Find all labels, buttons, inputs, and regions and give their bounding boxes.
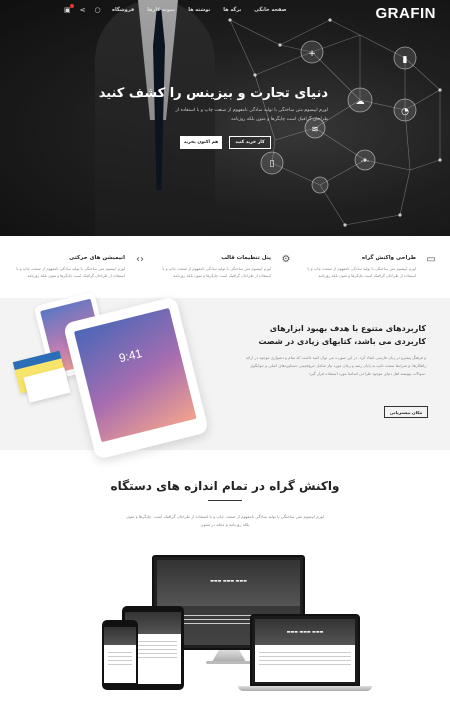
more-button[interactable]: مکان بیشتریابی (384, 406, 428, 418)
hero-text: لورم ایپسوم متن ساختگی با تولید سادگی نا… (175, 108, 328, 122)
features-section: ▭ طراحی واکنش گراه لورم ایپسوم متن ساختگ… (0, 236, 450, 298)
section-text: و فرهنگ پیشرو در زبان فارسی ایجاد کرد. د… (246, 355, 426, 376)
svg-text:▮: ▮ (403, 55, 408, 65)
hero-section: + ☁ ▮ ◔ ≋ ▯ ⋯ GRAFIN صفحه خانگی برگه ها … (0, 0, 450, 236)
menu-item-home[interactable]: صفحه خانگی (254, 7, 286, 13)
site-logo[interactable]: GRAFIN (376, 5, 437, 22)
main-menu: صفحه خانگی برگه ها نوشته ها نمونه کارها … (112, 7, 286, 13)
responsive-title: واکنش گراه در تمام اندازه های دستگاه (110, 479, 340, 493)
menu-item-posts[interactable]: نوشته ها (188, 7, 210, 13)
tablet-time: 9:41 (117, 346, 144, 366)
buy-now-button[interactable]: هم اکنون بخرید (180, 136, 222, 149)
svg-text:◔: ◔ (401, 107, 409, 117)
section-title: کاربردهای متنوع با هدف بهبود ابزارهای کا… (258, 324, 427, 346)
search-icon[interactable]: ○ (95, 5, 101, 15)
feature-text: لورم ایپسوم متن ساختگی با تولید سادگی نا… (307, 266, 416, 278)
laptop-mockup: ▬▬▬ ▬▬▬ ▬▬▬ (250, 614, 360, 686)
svg-text:+: + (308, 49, 316, 59)
feature-title: پنل تنظیمات قالب (221, 255, 271, 261)
feature-text: لورم ایپسوم متن ساختگی با تولید سادگی نا… (16, 266, 125, 278)
responsive-text: لورم ایپسوم متن ساختگی با تولید سادگی نا… (126, 514, 324, 527)
svg-text:⋯: ⋯ (361, 157, 370, 167)
svg-text:▯: ▯ (270, 159, 275, 169)
menu-item-portfolio[interactable]: نمونه کارها (147, 7, 175, 13)
laptop-base (238, 686, 372, 691)
gear-icon: ⚙ (281, 254, 291, 265)
svg-text:≋: ≋ (311, 125, 319, 135)
feature-title: انیمیشن های حرکتی (69, 255, 125, 261)
title-divider (208, 500, 242, 501)
code-icon: ‹› (136, 254, 144, 265)
svg-text:☁: ☁ (356, 97, 365, 107)
hero-title: دنیای تجارت و بیزینس را کشف کنید (98, 86, 328, 101)
feature-title: طراحی واکنش گراه (361, 255, 416, 261)
monitor-icon: ▭ (426, 254, 436, 265)
menu-item-pages[interactable]: برگه ها (223, 7, 241, 13)
cart-icon[interactable]: ▣ (64, 4, 74, 15)
share-icon[interactable]: ⋖ (80, 5, 86, 15)
nav-icons: ▣ ⋖ ○ (64, 4, 101, 15)
phone-device-mockup (102, 620, 138, 690)
feature-text: لورم ایپسوم متن ساختگی با تولید سادگی نا… (162, 266, 271, 278)
secondary-button[interactable]: کار خرید کنید (229, 136, 271, 149)
menu-item-shop[interactable]: فروشگاه (112, 7, 134, 13)
desktop-foot (206, 661, 252, 664)
